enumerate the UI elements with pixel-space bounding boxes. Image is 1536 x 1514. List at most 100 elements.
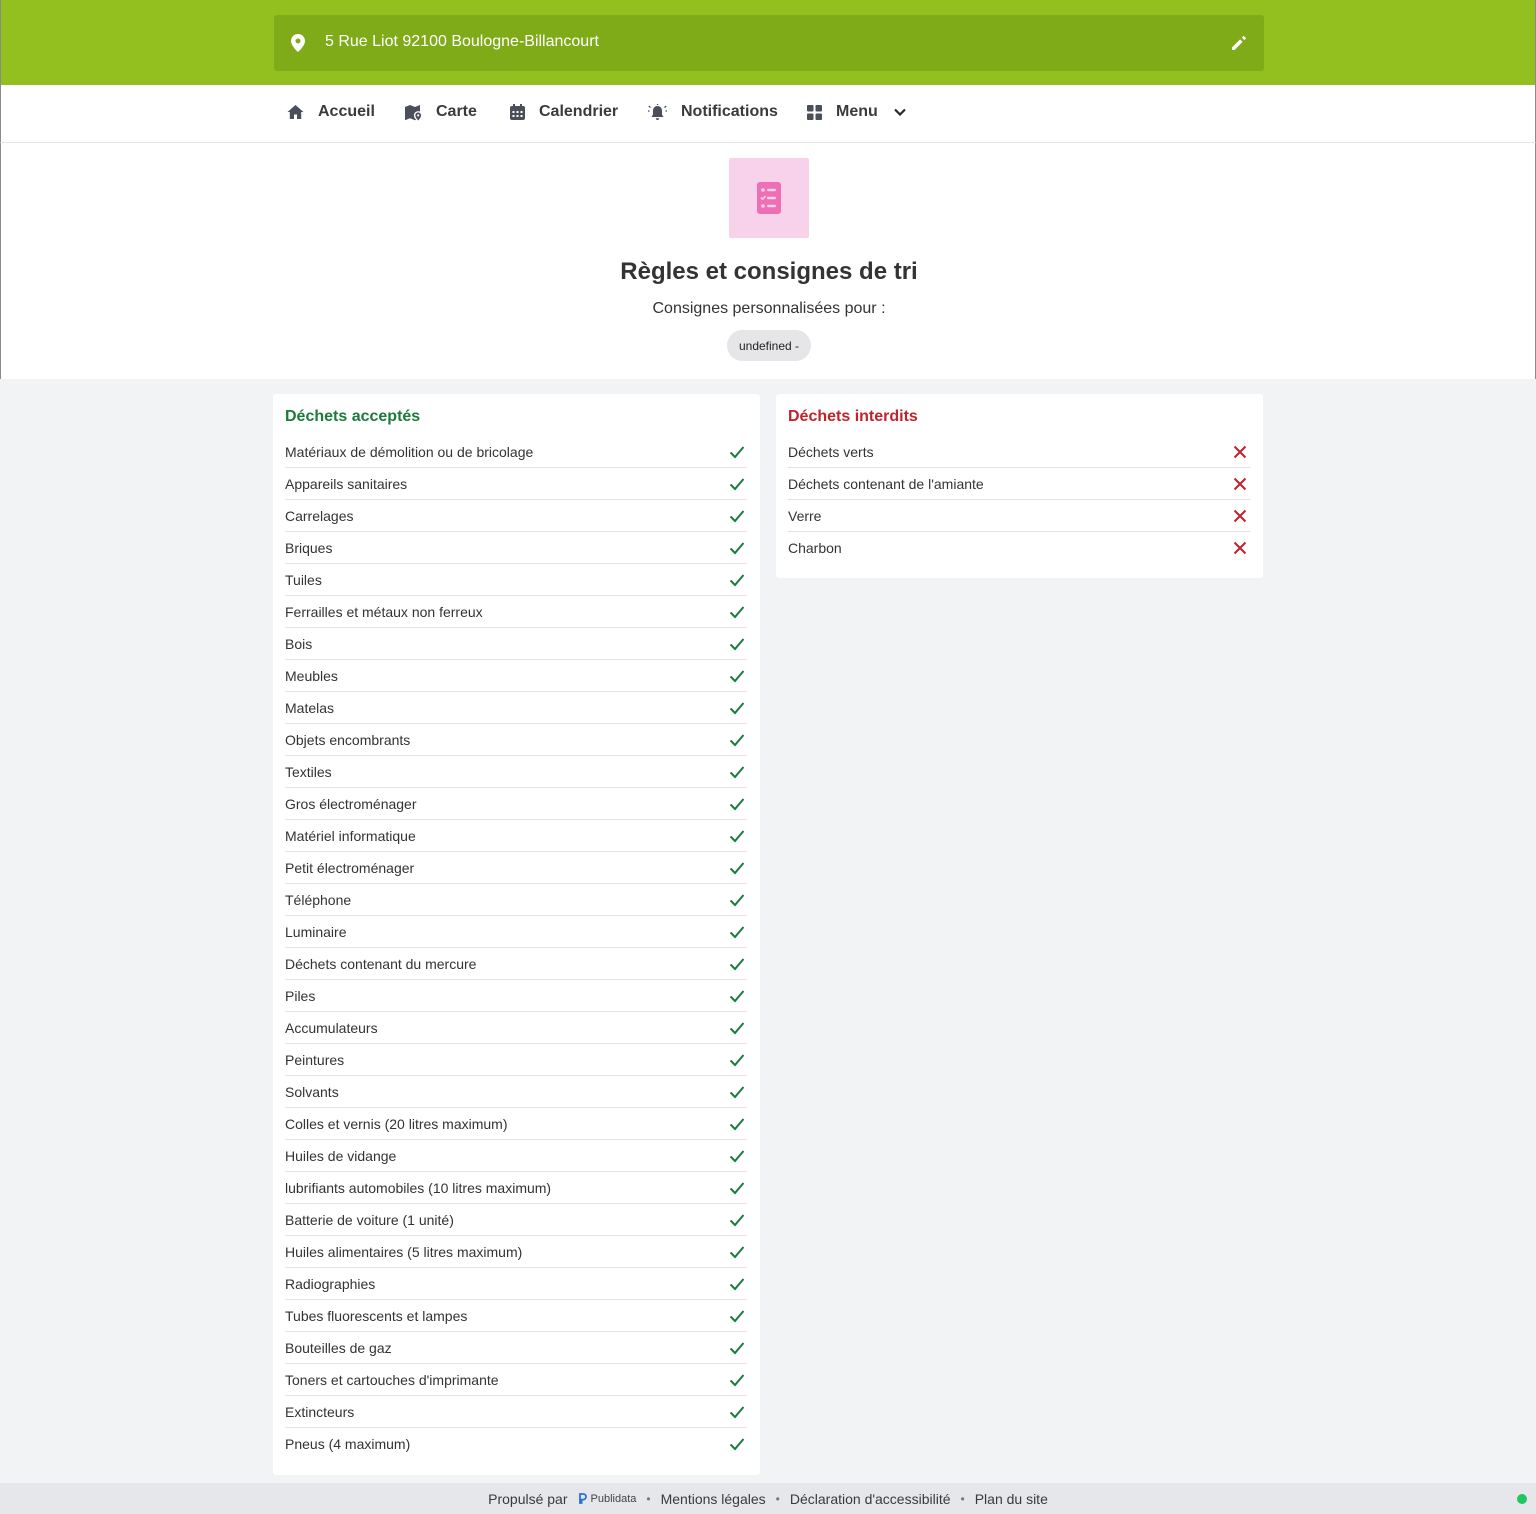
address-text: 5 Rue Liot 92100 Boulogne-Billancourt [325, 33, 599, 50]
accepted-waste-row: Déchets contenant du mercure [285, 948, 747, 980]
checkmark-icon [729, 829, 745, 842]
accepted-waste-row: Meubles [285, 660, 747, 692]
accepted-waste-row: Pneus (4 maximum) [285, 1428, 747, 1460]
waste-label: Radiographies [285, 1275, 376, 1292]
accepted-waste-row: Ferrailles et métaux non ferreux [285, 596, 747, 628]
accepted-waste-row: Huiles alimentaires (5 litres maximum) [285, 1236, 747, 1268]
checkmark-icon [729, 541, 745, 554]
accepted-waste-row: Matériaux de démolition ou de bricolage [285, 436, 747, 468]
waste-label: Solvants [285, 1083, 339, 1100]
page-subtitle: Consignes personnalisées pour : [652, 300, 886, 317]
nav-item-accueil[interactable]: Accueil [287, 103, 375, 121]
accepted-waste-row: Textiles [285, 756, 747, 788]
map-icon [405, 104, 422, 120]
forbidden-waste-row: Verre [788, 500, 1250, 532]
waste-label: Luminaire [285, 923, 347, 940]
waste-label: Tuiles [285, 571, 322, 588]
accepted-waste-row: Gros électroménager [285, 788, 747, 820]
accepted-waste-row: Objets encombrants [285, 724, 747, 756]
grid-icon [807, 104, 822, 120]
checkmark-icon [729, 893, 745, 906]
waste-label: Matelas [285, 699, 335, 716]
forbidden-waste-row: Déchets contenant de l'amiante [788, 468, 1250, 500]
checkmark-icon [729, 765, 745, 778]
accepted-waste-row: Peintures [285, 1044, 747, 1076]
checkmark-icon [729, 861, 745, 874]
checkmark-icon [729, 1117, 745, 1130]
accepted-waste-row: Radiographies [285, 1268, 747, 1300]
accepted-waste-row: Luminaire [285, 916, 747, 948]
waste-label: Tubes fluorescents et lampes [285, 1307, 468, 1324]
accepted-waste-row: Colles et vernis (20 litres maximum) [285, 1108, 747, 1140]
checkmark-icon [729, 637, 745, 650]
nav-item-label: Carte [436, 103, 477, 120]
waste-label: Bouteilles de gaz [285, 1339, 392, 1356]
waste-label: Colles et vernis (20 litres maximum) [285, 1115, 508, 1132]
cross-icon [1233, 477, 1247, 490]
nav-item-label: Notifications [681, 103, 778, 120]
accepted-waste-row: Bouteilles de gaz [285, 1332, 747, 1364]
waste-label: Meubles [285, 667, 338, 684]
waste-label: Piles [285, 987, 316, 1004]
sitemap-link[interactable]: Plan du site [975, 1491, 1048, 1507]
forbidden-waste-list: Déchets verts Déchets contenant de l'amia… [788, 436, 1250, 564]
waste-label: lubrifiants automobiles (10 litres maxim… [285, 1179, 552, 1196]
checkmark-icon [729, 1373, 745, 1386]
checkmark-icon [729, 1405, 745, 1418]
bell-icon [648, 103, 667, 120]
checkmark-icon [729, 509, 745, 522]
checkmark-icon [729, 477, 745, 490]
waste-label: Gros électroménager [285, 795, 417, 812]
accepted-waste-row: Bois [285, 628, 747, 660]
profile-chip[interactable]: undefined - [727, 330, 811, 361]
cross-icon [1233, 445, 1247, 458]
checkmark-icon [729, 989, 745, 1002]
waste-label: Appareils sanitaires [285, 475, 408, 492]
accepted-waste-row: Carrelages [285, 500, 747, 532]
publidata-label: Publidata [590, 1492, 637, 1505]
forbidden-waste-row: Déchets verts [788, 436, 1250, 468]
nav-item-notifications[interactable]: Notifications [648, 103, 778, 121]
checkmark-icon [729, 701, 745, 714]
status-indicator [1517, 1494, 1527, 1504]
checkmark-icon [729, 445, 745, 458]
waste-label: Peintures [285, 1051, 345, 1068]
pencil-icon[interactable] [1230, 34, 1248, 52]
address-bar[interactable]: 5 Rue Liot 92100 Boulogne-Billancourt [274, 15, 1264, 71]
home-icon [287, 105, 304, 119]
accepted-waste-row: Petit électroménager [285, 852, 747, 884]
checkmark-icon [729, 1149, 745, 1162]
checkmark-icon [729, 957, 745, 970]
waste-label: Déchets contenant de l'amiante [788, 475, 984, 492]
waste-label: Huiles alimentaires (5 litres maximum) [285, 1243, 523, 1260]
checkmark-icon [729, 1438, 745, 1451]
publidata-link[interactable]: Publidata [578, 1492, 637, 1505]
checkmark-icon [729, 1213, 745, 1226]
waste-label: Bois [285, 635, 313, 652]
accepted-waste-panel: Déchets acceptés Matériaux de démolition… [273, 394, 760, 1475]
publidata-logo-icon [578, 1493, 587, 1504]
checkmark-icon [729, 797, 745, 810]
accessibility-link[interactable]: Déclaration d'accessibilité [790, 1491, 951, 1507]
nav-item-menu[interactable]: Menu [807, 103, 906, 121]
accepted-waste-row: Appareils sanitaires [285, 468, 747, 500]
nav-item-carte[interactable]: Carte [404, 103, 477, 121]
accepted-waste-row: Toners et cartouches d'imprimante [285, 1364, 747, 1396]
page-title: Règles et consignes de tri [620, 258, 918, 285]
forbidden-waste-title: Déchets interdits [788, 408, 918, 425]
nav-item-label: Accueil [318, 103, 375, 120]
hero-icon-box [729, 158, 809, 238]
legal-link[interactable]: Mentions légales [661, 1491, 766, 1507]
accepted-waste-row: lubrifiants automobiles (10 litres maxim… [285, 1172, 747, 1204]
checkmark-icon [729, 1085, 745, 1098]
page-hero: Règles et consignes de tri Consignes per… [0, 143, 1536, 379]
forbidden-waste-row: Charbon [788, 532, 1250, 564]
nav-item-calendrier[interactable]: Calendrier [510, 103, 618, 121]
checkmark-icon [729, 1341, 745, 1354]
accepted-waste-list: Matériaux de démolition ou de bricolage A… [285, 436, 747, 1460]
checkmark-icon [729, 1245, 745, 1258]
accepted-waste-row: Matelas [285, 692, 747, 724]
waste-label: Extincteurs [285, 1403, 355, 1420]
waste-label: Déchets verts [788, 443, 874, 460]
checkmark-icon [729, 669, 745, 682]
